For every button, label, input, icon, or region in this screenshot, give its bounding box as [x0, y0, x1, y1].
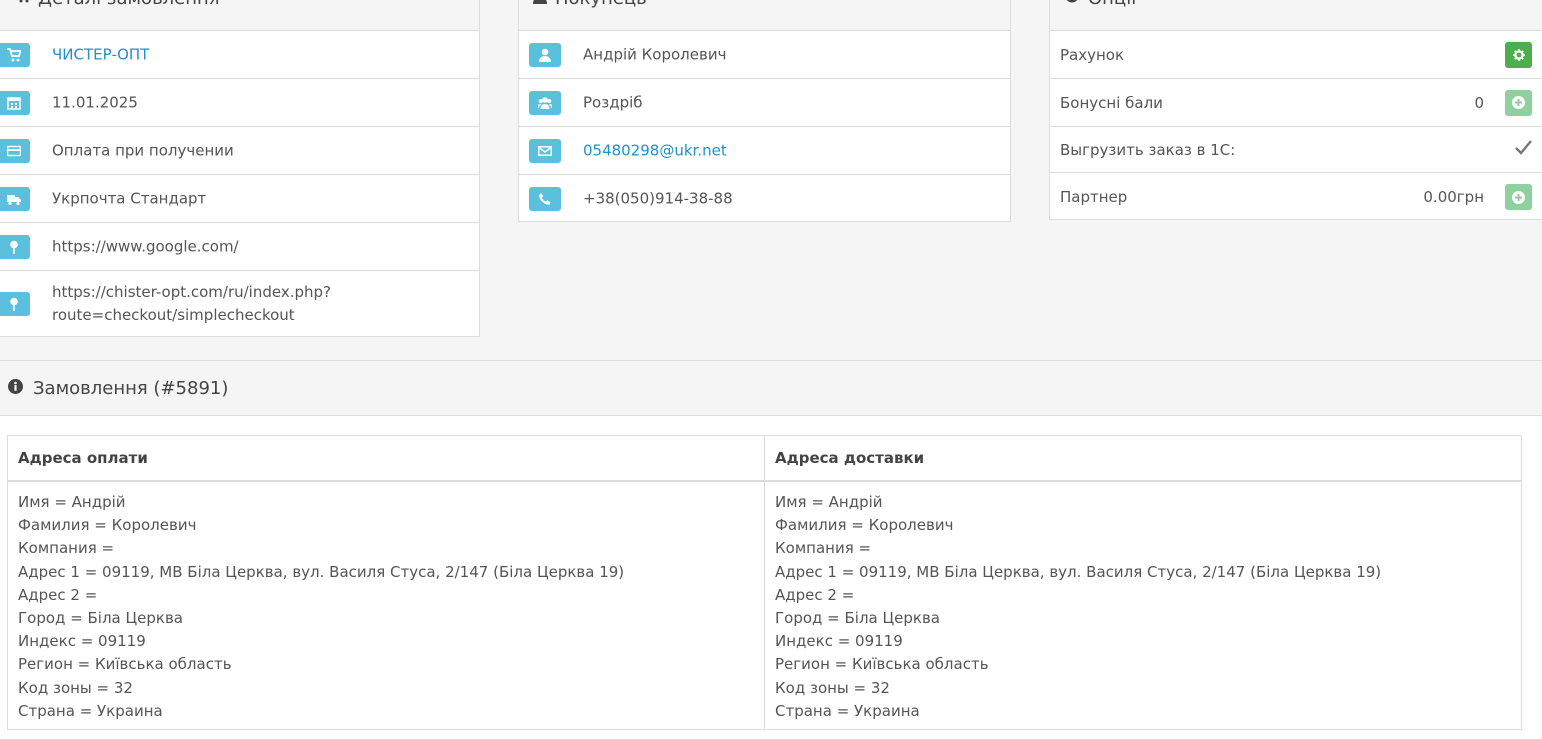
billing-address-line: Индекс = 09119 [18, 632, 146, 651]
order-detail-row: Укрпочта Стандарт [0, 175, 479, 223]
shipping-address-header: Адреса доставки [764, 435, 1522, 482]
shipping-address-line: Регион = Київська область [775, 655, 989, 674]
billing-address-cell: Имя = Андрій Фамилия = Королевич Компания … [7, 480, 765, 731]
shipping-address-line: Адрес 2 = [775, 585, 855, 604]
truck-icon [7, 195, 21, 206]
billing-address-line: Код зоны = 32 [18, 678, 133, 697]
options-title: Опції [1088, 0, 1136, 9]
map-pin-icon [10, 297, 18, 311]
order-title: Замовлення (#5891) [33, 377, 229, 399]
billing-address-line: Имя = Андрій [18, 493, 126, 511]
order-detail-row: Оплата при получении [0, 127, 479, 175]
envelope-button [529, 139, 561, 163]
map-pin-button [0, 235, 30, 259]
customer-row: 05480298@ukr.net [519, 127, 1010, 175]
order-detail-row: ЧИСТЕР-ОПТ [0, 31, 479, 79]
info-circle-icon [8, 378, 23, 399]
order-details-panel: Деталі замовлення ЧИСТЕР-ОПТ 11.01.2025 Оп… [0, 0, 480, 337]
export-1c-label: Выгрузить заказ в 1С: [1060, 140, 1236, 159]
credit-card-icon [7, 145, 21, 157]
order-detail-text: 11.01.2025 [52, 93, 138, 111]
customer-text: +38(050)914-38-88 [583, 189, 733, 208]
shipping-address-line: Компания = [775, 539, 872, 558]
bonus-points-label: Бонусні бали [1060, 93, 1163, 112]
partner-row: Партнер 0.00грн [1050, 173, 1542, 221]
user-icon [539, 48, 551, 62]
order-detail-text[interactable]: ЧИСТЕР-ОПТ [52, 43, 149, 66]
plus-circle-icon [1512, 96, 1525, 109]
shipping-address-line: Индекс = 09119 [775, 632, 903, 651]
cog-icon [1512, 48, 1525, 61]
order-detail-row: 11.01.2025 [0, 79, 479, 127]
export-1c-row: Выгрузить заказ в 1С: [1050, 127, 1542, 173]
add-bonus-points-button[interactable] [1505, 89, 1532, 116]
invoice-label: Рахунок [1060, 45, 1125, 64]
customer-title: Покупець [555, 0, 647, 9]
order-details-title: Деталі замовлення [38, 0, 220, 9]
bonus-points-value: 0 [1474, 93, 1484, 112]
shipping-address-line: Город = Біла Церква [775, 609, 940, 628]
order-detail-text: https://www.google.com/ [52, 237, 239, 255]
truck-button [0, 187, 30, 211]
options-panel: Опції Рахунок Бонусні бали 0 Выгрузить з… [1049, 0, 1542, 220]
shopping-cart-icon [14, 0, 30, 9]
address-table: Адреса оплати Адреса доставки Имя = Андр… [7, 435, 1522, 731]
order-detail-text: https://chister-opt.com/ru/index.php? ro… [52, 283, 331, 324]
cog-icon [1064, 0, 1080, 9]
shipping-address-line: Страна = Украина [775, 701, 920, 720]
shopping-cart-button [0, 43, 30, 67]
billing-address-line: Страна = Украина [18, 701, 163, 720]
order-detail-row: https://chister-opt.com/ru/index.php? ro… [0, 271, 479, 337]
customer-row: Роздріб [519, 79, 1010, 127]
shipping-address-line: Код зоны = 32 [775, 678, 890, 697]
billing-address-line: Адрес 1 = 09119, МВ Біла Церква, вул. Ва… [18, 562, 625, 581]
checkmark-icon [1515, 140, 1532, 155]
bonus-points-row: Бонусні бали 0 [1050, 79, 1542, 127]
customer-text[interactable]: 05480298@ukr.net [583, 139, 727, 162]
credit-card-button [0, 139, 30, 163]
billing-address-line: Регион = Київська область [18, 655, 232, 674]
shopping-cart-icon [7, 48, 21, 62]
shipping-address-cell: Имя = Андрій Фамилия = Королевич Компания … [764, 480, 1522, 731]
customer-row: +38(050)914-38-88 [519, 175, 1010, 223]
shipping-address-line: Имя = Андрій [775, 493, 883, 511]
phone-button [529, 187, 561, 211]
calendar-icon [7, 97, 21, 110]
order-detail-row: https://www.google.com/ [0, 223, 479, 271]
order-panel: Замовлення (#5891) Адреса оплати Адреса … [0, 360, 1542, 740]
customer-heading: Покупець [519, 0, 1010, 31]
map-pin-button [0, 292, 30, 316]
add-partner-button[interactable] [1505, 184, 1532, 210]
users-icon [538, 97, 552, 109]
customer-panel: Покупець Андрій Королевич Роздріб 05480298… [518, 0, 1011, 222]
shipping-address-line: Адрес 1 = 09119, МВ Біла Церква, вул. Ва… [775, 562, 1382, 581]
map-pin-icon [10, 240, 18, 254]
calendar-button [0, 91, 30, 115]
user-button [529, 43, 561, 67]
billing-address-line: Город = Біла Церква [18, 609, 183, 628]
partner-value: 0.00грн [1423, 188, 1484, 206]
order-details-heading: Деталі замовлення [0, 0, 479, 31]
invoice-row: Рахунок [1050, 31, 1542, 79]
billing-address-header: Адреса оплати [7, 435, 765, 482]
billing-address-line: Фамилия = Королевич [18, 516, 197, 535]
partner-label: Партнер [1060, 188, 1128, 206]
users-button [529, 91, 561, 115]
options-heading: Опції [1050, 0, 1542, 31]
customer-text: Роздріб [583, 93, 643, 111]
plus-circle-icon [1512, 190, 1525, 204]
shipping-address-line: Фамилия = Королевич [775, 516, 954, 535]
customer-row: Андрій Королевич [519, 31, 1010, 79]
order-heading: Замовлення (#5891) [0, 361, 1542, 416]
billing-address-line: Компания = [18, 539, 115, 558]
generate-invoice-button[interactable] [1505, 41, 1532, 68]
order-detail-text: Укрпочта Стандарт [52, 189, 207, 207]
phone-icon [539, 193, 551, 205]
envelope-icon [538, 146, 552, 156]
user-icon [533, 0, 547, 9]
order-detail-text: Оплата при получении [52, 141, 234, 159]
export-1c-checkbox[interactable] [1515, 139, 1532, 160]
customer-text: Андрій Королевич [583, 45, 727, 63]
billing-address-line: Адрес 2 = [18, 585, 98, 604]
